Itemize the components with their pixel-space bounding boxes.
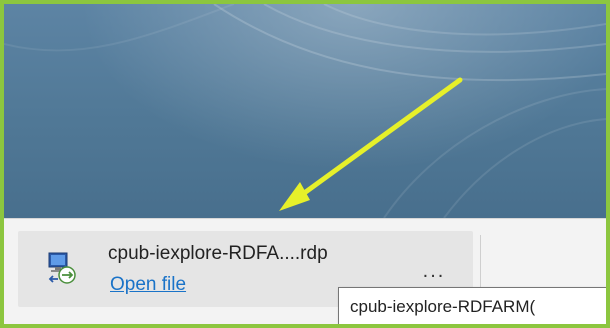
rdp-file-icon [48,252,76,284]
annotation-arrow [279,77,463,211]
download-bar: cpub-iexplore-RDFA....rdp Open file ... … [4,218,606,324]
filename-tooltip: cpub-iexplore-RDFARM( [338,287,606,324]
download-filename: cpub-iexplore-RDFA....rdp [108,243,328,264]
screenshot-frame: cpub-iexplore-RDFA....rdp Open file ... … [0,0,610,328]
desktop-wallpaper [4,4,606,218]
open-file-link[interactable]: Open file [110,274,186,296]
tooltip-text: cpub-iexplore-RDFARM( [350,297,536,316]
more-options-button[interactable]: ... [416,259,452,283]
